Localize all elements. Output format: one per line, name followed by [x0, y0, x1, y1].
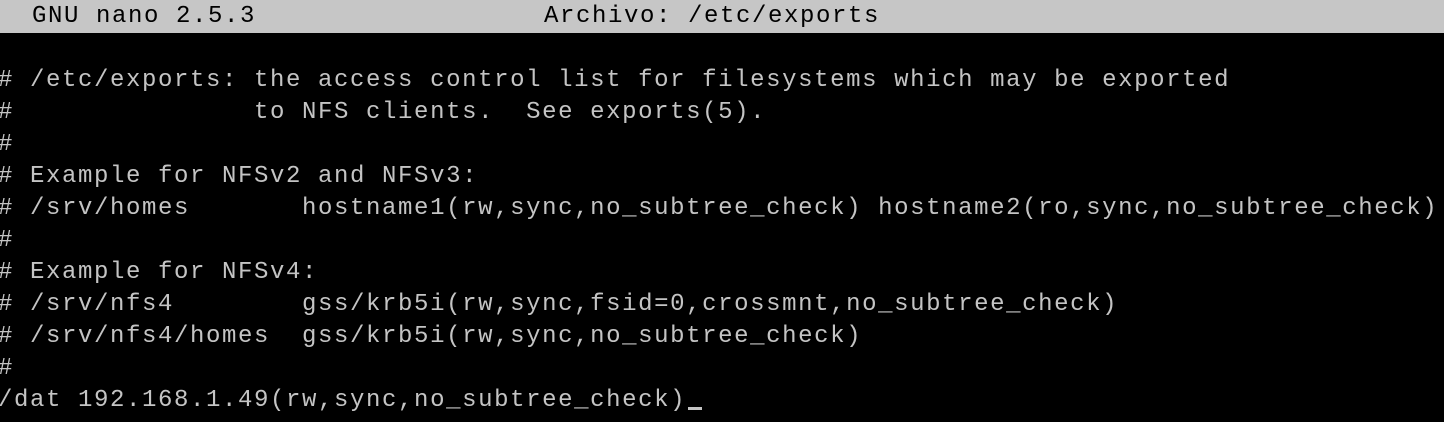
editor-line[interactable]: #	[0, 353, 14, 385]
editor-line[interactable]: # /srv/nfs4/homes gss/krb5i(rw,sync,no_s…	[0, 321, 862, 353]
app-version: GNU nano 2.5.3	[32, 3, 257, 30]
editor-line-text: /dat 192.168.1.49(rw,sync,no_subtree_che…	[0, 387, 687, 414]
editor-line[interactable]: # /etc/exports: the access control list …	[0, 65, 1230, 97]
file-name: Archivo: /etc/exports	[544, 3, 881, 30]
editor-line[interactable]: # Example for NFSv2 and NFSv3:	[0, 161, 478, 193]
editor-line[interactable]: #	[0, 225, 14, 257]
editor-line[interactable]: # to NFS clients. See exports(5).	[0, 97, 766, 129]
editor-line[interactable]: # Example for NFSv4:	[0, 257, 318, 289]
text-cursor	[688, 407, 703, 410]
editor-line-current[interactable]: /dat 192.168.1.49(rw,sync,no_subtree_che…	[0, 385, 703, 417]
editor-line[interactable]: #	[0, 129, 14, 161]
editor-line[interactable]: # /srv/nfs4 gss/krb5i(rw,sync,fsid=0,cro…	[0, 289, 1118, 321]
nano-title-bar: GNU nano 2.5.3 Archivo: /etc/exports	[0, 0, 1444, 33]
editor-line[interactable]: # /srv/homes hostname1(rw,sync,no_subtre…	[0, 193, 1438, 225]
